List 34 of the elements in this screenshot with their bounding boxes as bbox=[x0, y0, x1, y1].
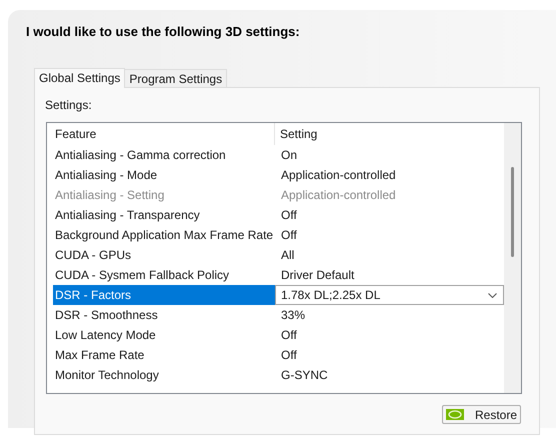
tab[interactable]: Program Settings bbox=[125, 69, 228, 87]
setting-cell-text: Off bbox=[280, 227, 297, 244]
feature-cell[interactable]: CUDA - Sysmem Fallback Policy bbox=[53, 265, 275, 285]
feature-cell[interactable]: CUDA - GPUs bbox=[53, 245, 275, 265]
setting-cell-text: Off bbox=[280, 207, 297, 224]
setting-cell-text: Off bbox=[280, 347, 297, 364]
setting-cell-text: G-SYNC bbox=[280, 367, 328, 384]
column-header[interactable]: Setting bbox=[275, 123, 504, 145]
setting-dropdown[interactable]: 1.78x DL;2.25x DL bbox=[275, 285, 504, 305]
tab[interactable]: Global Settings bbox=[34, 68, 126, 88]
setting-cell-text: On bbox=[280, 147, 298, 164]
logo-icon bbox=[446, 409, 464, 420]
feature-cell[interactable]: Monitor Technology bbox=[53, 365, 275, 385]
setting-cell-text: Off bbox=[280, 327, 297, 344]
feature-cell[interactable]: Background Application Max Frame Rate bbox=[53, 225, 275, 245]
setting-cell-text: 33% bbox=[280, 307, 306, 324]
setting-cell-text: Driver Default bbox=[280, 267, 354, 284]
scrollbar[interactable] bbox=[504, 123, 521, 393]
scrollbar-thumb[interactable] bbox=[511, 167, 514, 257]
feature-cell[interactable]: DSR - Factors bbox=[53, 285, 275, 305]
feature-cell[interactable]: Antialiasing - Mode bbox=[53, 165, 275, 185]
column-header[interactable]: Feature bbox=[53, 123, 275, 145]
chevron-down-icon bbox=[488, 292, 497, 298]
section-heading: I would like to use the following 3D settings: bbox=[26, 23, 301, 40]
feature-cell[interactable]: Antialiasing - Transparency bbox=[53, 205, 275, 225]
setting-cell-text: Application-controlled bbox=[280, 167, 396, 184]
feature-cell[interactable]: Low Latency Mode bbox=[53, 325, 275, 345]
settings-label: Settings: bbox=[45, 98, 93, 112]
setting-cell-text: Application-controlled bbox=[280, 187, 396, 204]
restore-button[interactable]: Restore bbox=[442, 405, 521, 424]
setting-cell-text: All bbox=[280, 247, 294, 264]
feature-cell[interactable]: DSR - Smoothness bbox=[53, 305, 275, 325]
feature-cell[interactable]: Antialiasing - Gamma correction bbox=[53, 145, 275, 165]
feature-cell[interactable]: Max Frame Rate bbox=[53, 345, 275, 365]
